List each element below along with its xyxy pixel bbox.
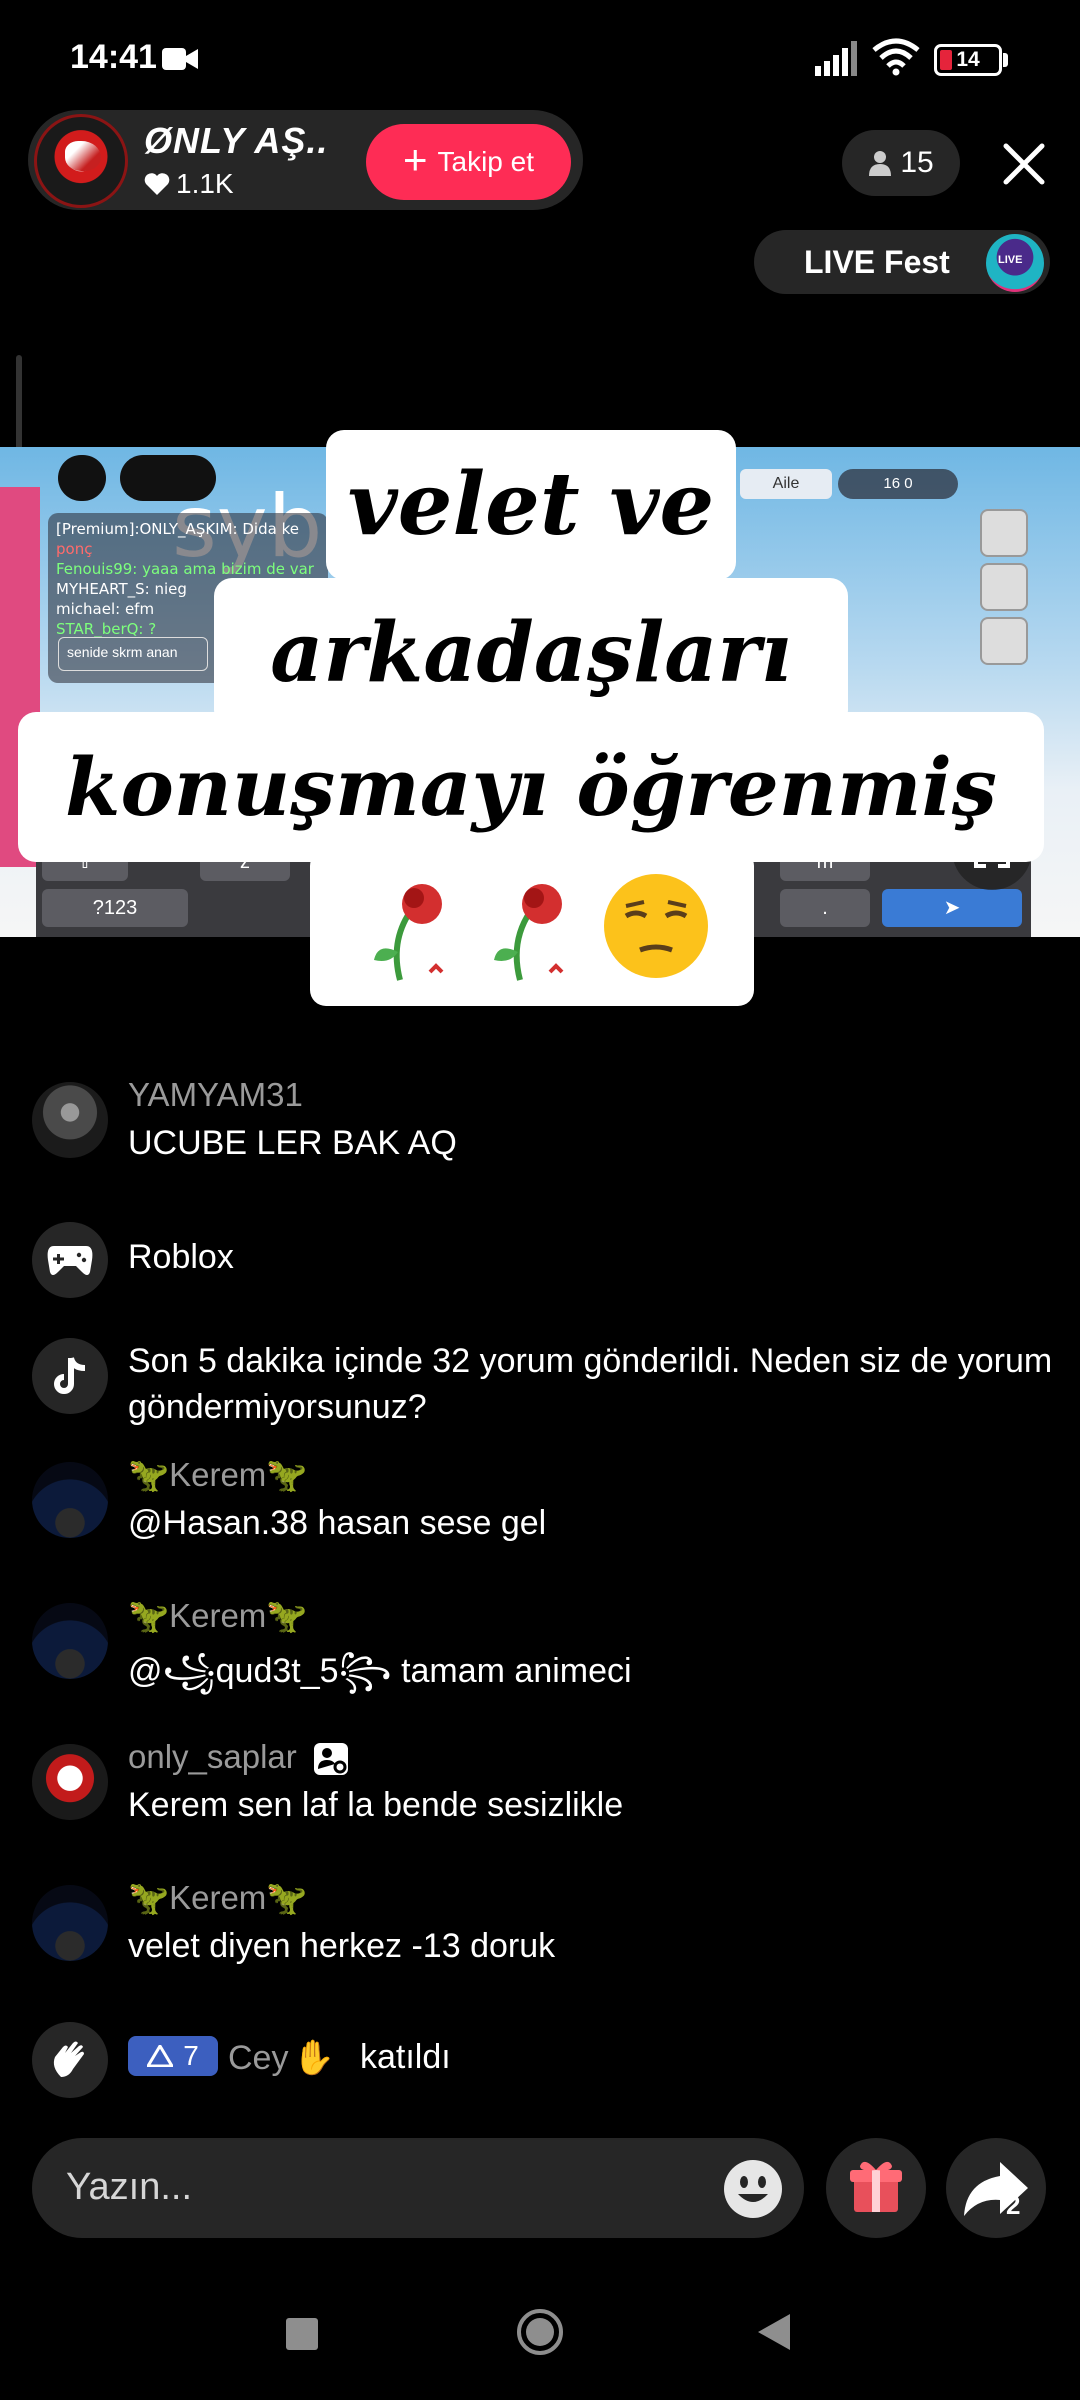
- follow-button[interactable]: + Takip et: [366, 124, 571, 200]
- wilted-rose-icon: [374, 884, 444, 981]
- home-button[interactable]: [516, 2308, 564, 2356]
- emoji-icon[interactable]: [722, 2158, 784, 2220]
- comment-text: @Hasan.38 hasan sese gel: [128, 1504, 547, 1542]
- comment-input[interactable]: Yazın...: [32, 2138, 804, 2238]
- level-icon: [147, 2045, 174, 2067]
- commenter-name[interactable]: 🦖Kerem🦖: [128, 1456, 307, 1495]
- relieved-face-icon: [604, 874, 708, 978]
- key-numbers: ?123: [42, 889, 188, 927]
- avatar-icon: [980, 509, 1028, 557]
- level-badge: 7: [128, 2036, 218, 2076]
- close-icon[interactable]: [1000, 140, 1048, 188]
- avatar-icon: [980, 563, 1028, 611]
- back-button[interactable]: [756, 2312, 792, 2352]
- video-camera-icon: [162, 48, 198, 70]
- gift-button[interactable]: [826, 2138, 926, 2238]
- comment-input-placeholder: Yazın...: [66, 2166, 193, 2208]
- battery-level: 14: [956, 48, 980, 71]
- video-chat-line: Fenouis99: yaaa ama bizim de var: [56, 560, 314, 578]
- plus-icon: +: [402, 136, 428, 183]
- joiner-name[interactable]: Cey ✋: [228, 2038, 335, 2078]
- comment-text: velet diyen herkez -13 doruk: [128, 1927, 556, 1965]
- host-info[interactable]: ØNLY AŞ.. 1.1K + Takip et: [28, 110, 583, 210]
- battery-icon: 14: [934, 44, 1002, 76]
- commenter-avatar[interactable]: [32, 1744, 108, 1820]
- commenter-avatar[interactable]: [32, 1462, 108, 1538]
- host-likes-count: 1.1K: [176, 168, 234, 199]
- commenter-name[interactable]: YAMYAM31: [128, 1076, 303, 1114]
- live-fest-badge-icon: [986, 234, 1044, 292]
- dinosaur-icon: 🦖: [128, 1456, 170, 1493]
- hamsa-icon: ✋: [292, 2039, 335, 2077]
- key-dot: .: [780, 889, 870, 927]
- commenter-name[interactable]: only_saplar: [128, 1738, 352, 1777]
- dinosaur-icon: 🦖: [128, 1879, 170, 1916]
- video-chat-input: senide skrm anan: [58, 637, 208, 671]
- roblox-menu-icon: [58, 455, 106, 501]
- dinosaur-icon: 🦖: [266, 1597, 308, 1634]
- wilted-rose-icon: [494, 884, 564, 981]
- comment-text: Kerem sen laf la bende sesizlikle: [128, 1786, 624, 1824]
- system-message-text: Son 5 dakika içinde 32 yorum gönderildi.…: [128, 1342, 1053, 1426]
- commenter-avatar[interactable]: [32, 1082, 108, 1158]
- live-fest-label: LIVE Fest: [804, 244, 950, 280]
- dinosaur-icon: 🦖: [266, 1879, 308, 1916]
- gift-icon: [850, 2161, 902, 2212]
- wifi-icon: [872, 38, 920, 76]
- level-value: 7: [183, 2040, 199, 2071]
- host-name[interactable]: ØNLY AŞ..: [144, 120, 328, 162]
- live-fest-button[interactable]: LIVE Fest: [754, 230, 1050, 294]
- host-likes: 1.1K: [144, 168, 234, 200]
- viewer-count: 15: [900, 146, 934, 179]
- status-bar: 14:41 14: [0, 0, 1080, 110]
- heart-icon: [144, 173, 170, 195]
- dinosaur-icon: 🦖: [128, 1597, 170, 1634]
- dinosaur-icon: 🦖: [266, 1456, 308, 1493]
- viewer-count-button[interactable]: 15: [842, 130, 960, 196]
- caption-line-1: velet ve: [326, 430, 736, 580]
- send-key: ➤: [882, 889, 1022, 927]
- commenter-name[interactable]: 🦖Kerem🦖: [128, 1597, 307, 1636]
- caption-line-2: arkadaşları: [214, 578, 848, 728]
- join-action: katıldı: [360, 2038, 451, 2076]
- share-arrow-icon: [964, 2162, 1028, 2216]
- follow-label: Takip et: [437, 146, 535, 177]
- recent-apps-button[interactable]: [286, 2318, 318, 2350]
- moderator-badge-icon: [313, 1743, 348, 1776]
- backpack-icon: [980, 617, 1028, 665]
- game-tag-text[interactable]: Roblox: [128, 1238, 234, 1277]
- video-chat-line: [Premium]:ONLY_AŞKIM: Dida ke: [56, 520, 299, 538]
- signal-icon: [815, 41, 857, 76]
- game-tag-avatar: [32, 1222, 108, 1298]
- share-count: 2: [1006, 2190, 1021, 2220]
- commenter-avatar[interactable]: [32, 1885, 108, 1961]
- status-time: 14:41: [70, 38, 157, 76]
- tiktok-logo-icon: [32, 1338, 108, 1414]
- video-tab-label: Aile: [740, 469, 832, 499]
- caption-emoji-row: [310, 850, 754, 1006]
- comment-text: UCUBE LER BAK AQ: [128, 1124, 457, 1162]
- video-player-count: 16 0: [838, 469, 958, 499]
- gamepad-icon: [47, 1246, 93, 1275]
- person-icon: [869, 151, 892, 176]
- host-avatar[interactable]: [34, 114, 128, 208]
- wave-hand-icon: [32, 2022, 108, 2098]
- commenter-name[interactable]: 🦖Kerem🦖: [128, 1879, 307, 1918]
- video-chat-line: ponç: [56, 540, 93, 558]
- caption-line-3: konuşmayı öğrenmiş: [18, 712, 1044, 862]
- comment-text: @꧁qud3t_5꧂ tamam animeci: [128, 1652, 632, 1690]
- share-button[interactable]: 2: [946, 2138, 1046, 2238]
- commenter-avatar[interactable]: [32, 1603, 108, 1679]
